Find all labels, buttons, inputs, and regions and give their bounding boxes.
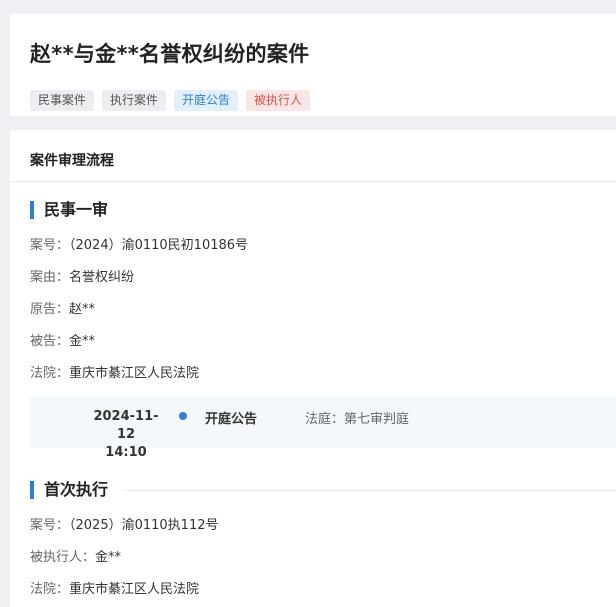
plaintiff-value[interactable]: 赵** (69, 302, 95, 317)
cause-label: 案由： (30, 270, 70, 285)
respondent-value[interactable]: 金** (95, 550, 121, 565)
court-label: 法院： (30, 366, 70, 381)
section-divider (10, 181, 616, 182)
info-defendant: 被告：金** (30, 330, 95, 349)
timeline-datetime: 2024-11-12 14:10 (86, 408, 166, 462)
info-plaintiff: 原告：赵** (30, 298, 95, 317)
info-court: 法院：重庆市綦江区人民法院 (30, 362, 199, 381)
case-header-card: 赵**与金**名誉权纠纷的案件 民事案件 执行案件 开庭公告 被执行人 (10, 14, 616, 116)
info-exec-court: 法院：重庆市綦江区人民法院 (30, 578, 199, 597)
timeline-dot-icon (179, 412, 187, 420)
tag-civil-case[interactable]: 民事案件 (30, 90, 95, 111)
section-header: 案件审理流程 (30, 153, 114, 169)
info-cause: 案由：名誉权纠纷 (30, 266, 134, 285)
exec-case-no-label: 案号： (30, 518, 70, 533)
case-no-label: 案号： (30, 238, 70, 253)
exec-case-no-value: （2025）渝0110执112号 (69, 518, 219, 533)
case-detail-page: 赵**与金**名誉权纠纷的案件 民事案件 执行案件 开庭公告 被执行人 案件审理… (0, 0, 616, 607)
cause-value: 名誉权纠纷 (69, 270, 135, 285)
timeline-time: 14:10 (105, 445, 147, 460)
plaintiff-label: 原告： (30, 302, 70, 317)
stage-title-first-execution: 首次执行 (30, 481, 108, 499)
case-title: 赵**与金**名誉权纠纷的案件 (30, 42, 310, 66)
court-value[interactable]: 重庆市綦江区人民法院 (69, 366, 199, 381)
stage-divider (124, 490, 616, 491)
tag-execution-case[interactable]: 执行案件 (102, 90, 167, 111)
case-process-card: 案件审理流程 民事一审 案号：（2024）渝0110民初10186号 案由：名誉… (10, 130, 616, 607)
info-exec-case-no: 案号：（2025）渝0110执112号 (30, 514, 219, 533)
exec-court-value[interactable]: 重庆市綦江区人民法院 (69, 582, 199, 597)
stage-title-first-instance: 民事一审 (30, 201, 108, 219)
info-case-no: 案号：（2024）渝0110民初10186号 (30, 234, 248, 253)
defendant-value[interactable]: 金** (69, 334, 95, 349)
exec-court-label: 法院： (30, 582, 70, 597)
timeline-courtroom: 法庭：第七审判庭 (305, 408, 409, 427)
info-respondent: 被执行人：金** (30, 546, 121, 565)
timeline-event: 开庭公告 (205, 412, 258, 427)
case-no-value: （2024）渝0110民初10186号 (69, 238, 249, 253)
respondent-label: 被执行人： (30, 550, 96, 565)
courtroom-value: 第七审判庭 (344, 412, 410, 427)
timeline-item[interactable]: 2024-11-12 14:10 开庭公告 法庭：第七审判庭 (30, 396, 616, 460)
courtroom-label: 法庭： (305, 412, 345, 427)
tag-judgment-debtor[interactable]: 被执行人 (246, 90, 311, 111)
tag-court-notice[interactable]: 开庭公告 (174, 90, 239, 111)
defendant-label: 被告： (30, 334, 70, 349)
case-tags: 民事案件 执行案件 开庭公告 被执行人 (30, 90, 311, 111)
timeline-date: 2024-11-12 (93, 409, 159, 442)
